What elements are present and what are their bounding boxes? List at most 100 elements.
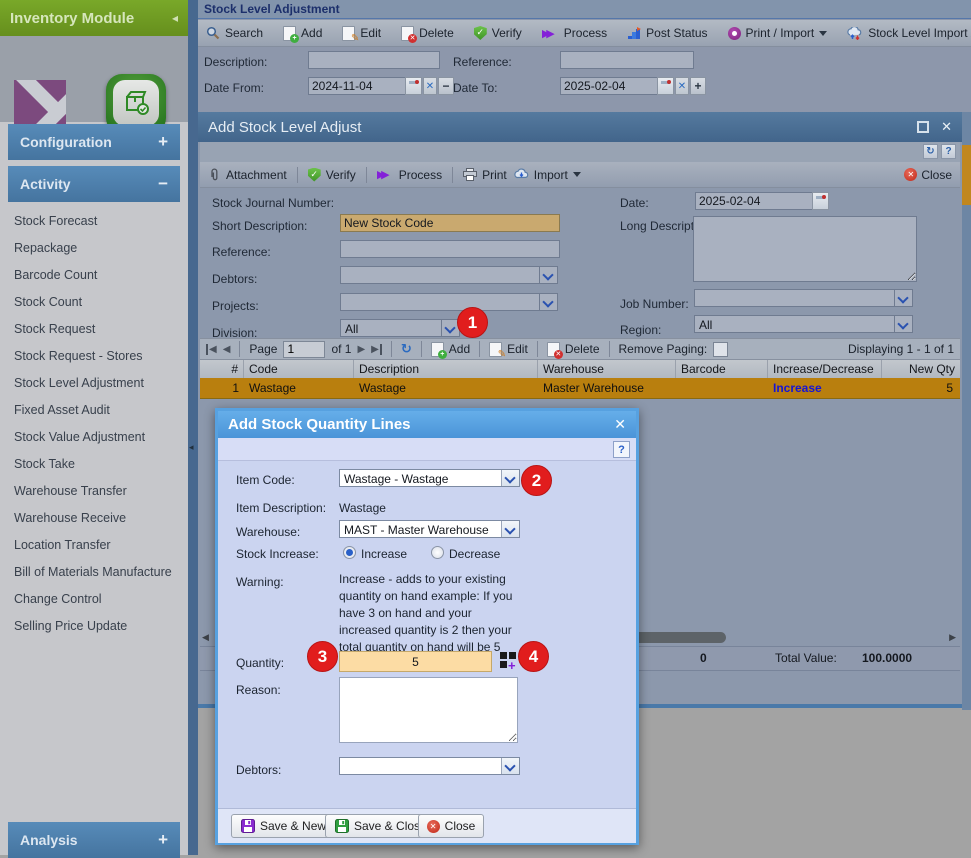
sidebar-item-stock-take[interactable]: Stock Take <box>8 451 180 478</box>
debtors-select[interactable] <box>339 757 520 775</box>
date-to-plus-button[interactable]: + <box>690 77 706 95</box>
add-button[interactable]: + Add <box>283 26 322 41</box>
sidebar-item-stock-count[interactable]: Stock Count <box>8 289 180 316</box>
process-button[interactable]: ▶▶ Process <box>377 168 442 182</box>
save-and-new-button[interactable]: Save & New <box>231 814 336 838</box>
last-page-icon[interactable]: ▶ <box>371 344 382 355</box>
maximize-icon[interactable] <box>917 121 929 133</box>
description-filter-input[interactable] <box>308 51 440 69</box>
module-header[interactable]: Inventory Module ◂ <box>0 0 188 36</box>
item-code-select[interactable]: Wastage - Wastage <box>339 469 520 487</box>
sidebar-item-warehouse-receive[interactable]: Warehouse Receive <box>8 505 180 532</box>
date-to-calendar-icon[interactable] <box>657 77 674 95</box>
grid-row-selected[interactable]: 1 Wastage Wastage Master Warehouse Incre… <box>200 378 960 399</box>
attachment-button[interactable]: Attachment <box>208 168 287 182</box>
grid-delete-button[interactable]: ✕ Delete <box>547 342 600 357</box>
post-status-icon <box>627 27 641 40</box>
debtors-select[interactable] <box>340 266 558 284</box>
date-from-calendar-icon[interactable] <box>405 77 422 95</box>
date-from-minus-button[interactable]: − <box>438 77 454 95</box>
decrease-radio[interactable] <box>431 546 444 559</box>
sidebar-section-analysis[interactable]: Analysis + <box>8 822 180 858</box>
date-to-input[interactable] <box>560 77 658 95</box>
grid-add-button[interactable]: + Add <box>431 342 470 357</box>
remove-paging-checkbox[interactable] <box>713 342 728 357</box>
print-import-button[interactable]: Print / Import <box>728 26 828 40</box>
sidebar-item-selling-price-update[interactable]: Selling Price Update <box>8 613 180 640</box>
window-titlebar[interactable]: Add Stock Level Adjust ✕ <box>198 112 962 142</box>
close-icon[interactable]: ✕ <box>941 119 952 135</box>
reference-filter-input[interactable] <box>560 51 694 69</box>
column-header-barcode[interactable]: Barcode <box>676 360 768 378</box>
date-calendar-icon[interactable] <box>812 192 829 210</box>
prev-page-icon[interactable]: ◀ <box>223 344 231 355</box>
reason-textarea[interactable] <box>339 677 518 743</box>
long-description-textarea[interactable] <box>693 216 917 282</box>
splitter-collapse-icon[interactable]: ◂ <box>189 442 194 453</box>
next-page-icon[interactable]: ▶ <box>357 344 365 355</box>
date-from-input[interactable] <box>308 77 406 95</box>
sidebar-section-activity[interactable]: Activity − <box>8 166 180 202</box>
region-value: All <box>699 318 712 332</box>
page-number-input[interactable] <box>283 341 325 358</box>
column-header-description[interactable]: Description <box>354 360 538 378</box>
sidebar-item-stock-level-adjustment[interactable]: Stock Level Adjustment <box>8 370 180 397</box>
edit-button[interactable]: ✎ Edit <box>342 26 381 41</box>
short-description-input[interactable] <box>340 214 560 232</box>
help-icon[interactable]: ? <box>941 144 956 159</box>
process-button[interactable]: ▶▶ Process <box>542 26 607 40</box>
verify-button[interactable]: ✓ Verify <box>474 26 522 40</box>
quantity-input[interactable] <box>339 651 492 672</box>
close-icon[interactable]: ✕ <box>614 416 626 433</box>
post-status-button[interactable]: Post Status <box>627 26 707 40</box>
column-header-new-qty[interactable]: New Qty <box>882 360 960 378</box>
reference-input[interactable] <box>340 240 560 258</box>
verify-button[interactable]: ✓ Verify <box>308 168 356 182</box>
column-header-num[interactable]: # <box>200 360 244 378</box>
sidebar-item-location-transfer[interactable]: Location Transfer <box>8 532 180 559</box>
sidebar-item-warehouse-transfer[interactable]: Warehouse Transfer <box>8 478 180 505</box>
import-button[interactable]: Import <box>514 168 581 182</box>
quantity-lookup-icon[interactable]: + <box>500 652 517 669</box>
date-input[interactable] <box>695 192 813 210</box>
column-header-increase-decrease[interactable]: Increase/Decrease <box>768 360 882 378</box>
refresh-icon[interactable]: ↻ <box>923 144 938 159</box>
date-from-clear-icon[interactable]: ✕ <box>423 77 437 95</box>
sidebar-item-barcode-count[interactable]: Barcode Count <box>8 262 180 289</box>
delete-button[interactable]: ✕ Delete <box>401 26 454 41</box>
job-number-select[interactable] <box>694 289 913 307</box>
sidebar-item-stock-request-stores[interactable]: Stock Request - Stores <box>8 343 180 370</box>
sidebar-item-repackage[interactable]: Repackage <box>8 235 180 262</box>
close-button[interactable]: ✕ Close <box>418 814 484 838</box>
collapse-arrow-icon[interactable]: ◂ <box>172 11 178 25</box>
stock-level-import-export-button[interactable]: Stock Level Import / Export <box>847 26 971 40</box>
scroll-right-icon[interactable]: ▶ <box>949 632 956 643</box>
help-icon[interactable]: ? <box>613 441 630 458</box>
grid-edit-button[interactable]: ✎ Edit <box>489 342 528 357</box>
sidebar-splitter[interactable]: ◂ <box>188 0 198 855</box>
date-to-clear-icon[interactable]: ✕ <box>675 77 689 95</box>
region-select[interactable]: All <box>694 315 913 333</box>
projects-select[interactable] <box>340 293 558 311</box>
window-subbar: ↻ ? <box>200 142 960 163</box>
search-button[interactable]: Search <box>206 26 263 40</box>
sidebar-section-configuration[interactable]: Configuration + <box>8 124 180 160</box>
column-header-warehouse[interactable]: Warehouse <box>538 360 676 378</box>
window-close-button[interactable]: ✕ Close <box>904 168 952 182</box>
sidebar-item-fixed-asset-audit[interactable]: Fixed Asset Audit <box>8 397 180 424</box>
dialog-titlebar[interactable]: Add Stock Quantity Lines ✕ <box>215 408 639 438</box>
sidebar-item-stock-value-adjustment[interactable]: Stock Value Adjustment <box>8 424 180 451</box>
first-page-icon[interactable]: ◀ <box>206 344 217 355</box>
refresh-grid-icon[interactable]: ↻ <box>401 341 412 357</box>
logo-area <box>0 36 188 122</box>
sidebar-item-bill-of-materials-manufacture[interactable]: Bill of Materials Manufacture <box>8 559 180 586</box>
sidebar-item-stock-request[interactable]: Stock Request <box>8 316 180 343</box>
warehouse-select[interactable]: MAST - Master Warehouse <box>339 520 520 538</box>
column-header-code[interactable]: Code <box>244 360 354 378</box>
sidebar-item-stock-forecast[interactable]: Stock Forecast <box>8 208 180 235</box>
increase-radio[interactable] <box>343 546 356 559</box>
sidebar-item-change-control[interactable]: Change Control <box>8 586 180 613</box>
scroll-left-icon[interactable]: ◀ <box>202 632 209 643</box>
division-select[interactable]: All <box>340 319 460 337</box>
print-button[interactable]: Print <box>463 168 507 182</box>
